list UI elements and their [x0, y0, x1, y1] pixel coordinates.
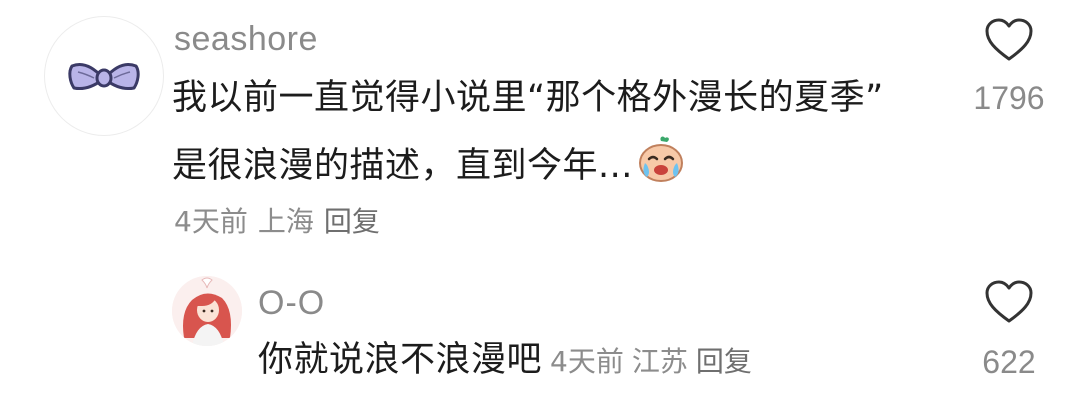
- location: 江苏: [631, 345, 688, 378]
- like-count: 1796: [973, 80, 1045, 116]
- avatar[interactable]: [172, 276, 242, 346]
- like-control: 622: [954, 280, 1064, 381]
- heart-outline-icon[interactable]: [985, 18, 1033, 62]
- reply-button[interactable]: 回复: [324, 205, 380, 238]
- comment-text: 你就说浪不浪漫吧 4天前 江苏 回复: [258, 326, 760, 396]
- comment-text-segment: 你就说浪不浪漫吧: [258, 340, 543, 380]
- crying-face-emoji-icon: [635, 133, 687, 208]
- comment-text-line: 是很浪漫的描述，直到今年...: [172, 132, 952, 208]
- like-control: 1796: [954, 18, 1064, 117]
- comment-item: seashore 我以前一直觉得小说里“那个格外漫长的夏季” 是很浪漫的描述，直…: [0, 0, 1080, 260]
- reply-button[interactable]: 回复: [696, 345, 752, 378]
- like-count: 622: [982, 344, 1036, 380]
- heart-outline-icon[interactable]: [985, 280, 1033, 324]
- comment-text-segment: 是很浪漫的描述，直到今年...: [172, 146, 633, 186]
- location: 上海: [257, 205, 314, 238]
- username[interactable]: O-O: [258, 284, 325, 323]
- timestamp: 4天前: [174, 205, 248, 238]
- avatar[interactable]: [44, 16, 164, 136]
- bow-icon: [68, 62, 140, 90]
- girl-illustration-avatar-icon: [172, 276, 242, 346]
- comment-text: 我以前一直觉得小说里“那个格外漫长的夏季” 是很浪漫的描述，直到今年...: [172, 64, 952, 208]
- comment-meta: 4天前 江苏 回复: [550, 345, 760, 378]
- comment-text-line: 我以前一直觉得小说里“那个格外漫长的夏季”: [172, 78, 884, 118]
- comment-meta: 4天前 上海 回复: [174, 200, 390, 240]
- timestamp: 4天前: [550, 345, 624, 378]
- reply-item: O-O 你就说浪不浪漫吧 4天前 江苏 回复 622: [0, 260, 1080, 418]
- username[interactable]: seashore: [174, 20, 318, 59]
